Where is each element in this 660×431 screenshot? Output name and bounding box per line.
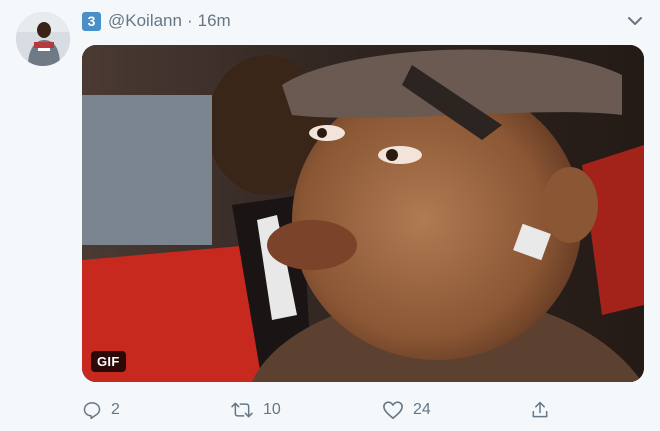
tweet-actions: 2 10 24 <box>82 398 562 422</box>
retweet-icon <box>231 402 253 418</box>
timestamp[interactable]: 16m <box>198 11 231 31</box>
heart-icon <box>383 401 403 419</box>
reply-count: 2 <box>111 401 120 418</box>
reply-button[interactable]: 2 <box>82 398 120 422</box>
separator: · <box>186 11 193 30</box>
tweet-header: 3 @Koilann · 16m <box>82 10 231 32</box>
list-number-badge: 3 <box>82 11 101 31</box>
like-button[interactable]: 24 <box>382 398 431 422</box>
gif-frame-image <box>82 45 644 382</box>
avatar[interactable] <box>16 12 70 66</box>
user-handle[interactable]: @Koilann <box>108 11 182 31</box>
tweet[interactable]: 3 @Koilann · 16m GIF 2 10 24 <box>0 0 660 431</box>
gif-media[interactable]: GIF <box>82 45 644 382</box>
chevron-down-icon[interactable] <box>626 12 644 30</box>
retweet-button[interactable]: 10 <box>230 398 281 422</box>
share-icon <box>532 401 548 418</box>
share-button[interactable] <box>530 398 559 422</box>
gif-badge: GIF <box>91 351 126 372</box>
retweet-count: 10 <box>263 401 281 418</box>
reply-icon <box>83 402 101 420</box>
like-count: 24 <box>413 401 431 418</box>
